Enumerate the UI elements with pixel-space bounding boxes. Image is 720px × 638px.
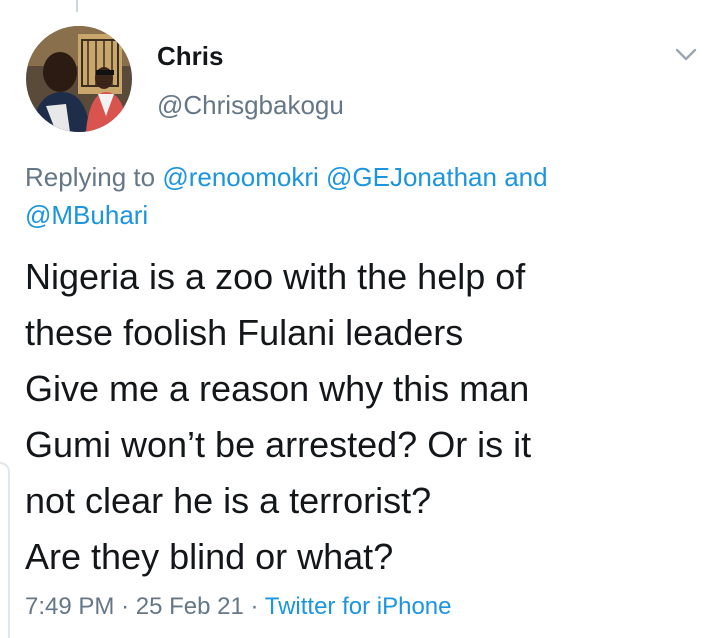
- reply-prefix: Replying to: [25, 162, 156, 192]
- tweet-text-line: these foolish Fulani leaders: [25, 312, 464, 353]
- author-handle[interactable]: @Chrisgbakogu: [157, 89, 344, 121]
- tweet-menu-button[interactable]: [674, 44, 698, 64]
- thread-connector-line: [76, 0, 78, 12]
- author-display-name[interactable]: Chris: [157, 40, 223, 72]
- mention-link-mbuhari[interactable]: @MBuhari: [25, 200, 148, 230]
- reply-conjunction: and: [504, 162, 548, 192]
- tweet-text-line: Give me a reason why this man: [25, 368, 530, 409]
- tweet-source-link[interactable]: Twitter for iPhone: [265, 593, 452, 620]
- profile-photo-icon: [26, 26, 132, 132]
- chevron-down-icon: [675, 48, 697, 61]
- tweet-body: Nigeria is a zoo with the help of these f…: [25, 249, 705, 585]
- reply-context: Replying to @renoomokri @GEJonathan and @…: [25, 158, 685, 234]
- tweet-text-line: Nigeria is a zoo with the help of: [25, 256, 526, 297]
- mention-link-renoomokri[interactable]: @renoomokri: [162, 162, 318, 192]
- meta-separator: ·: [121, 593, 130, 620]
- tweet-text-line: Gumi won’t be arrested? Or is it: [25, 424, 532, 465]
- tweet-time[interactable]: 7:49 PM: [25, 593, 114, 620]
- tweet-text-line: Are they blind or what?: [25, 536, 394, 577]
- tweet-date[interactable]: 25 Feb 21: [136, 593, 244, 620]
- tweet-text-line: not clear he is a terrorist?: [25, 480, 432, 521]
- meta-separator: ·: [250, 593, 259, 620]
- avatar[interactable]: [26, 26, 132, 132]
- card-edge-decoration: [0, 462, 10, 638]
- tweet-metadata: 7:49 PM · 25 Feb 21 · Twitter for iPhone: [25, 590, 451, 624]
- mention-link-gejonathan[interactable]: @GEJonathan: [326, 162, 497, 192]
